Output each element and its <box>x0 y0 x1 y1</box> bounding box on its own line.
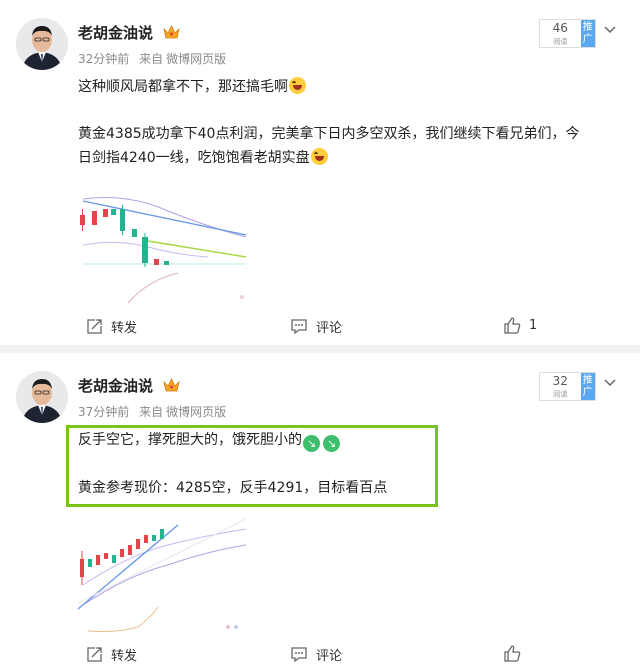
like-button[interactable]: 1 <box>503 317 537 334</box>
post-text-line-2: 黄金4385成功拿下40点利润，完美拿下日内多空双杀，我们继续下看兄弟们，今 <box>78 126 580 142</box>
post-text-line-2: 黄金参考现价：4285空，反手4291，目标看百点 <box>78 480 388 496</box>
source-prefix: 来自 <box>139 52 164 66</box>
crown-badge-icon <box>163 378 180 397</box>
source-prefix: 来自 <box>139 405 164 419</box>
post-actions: 转发 评论 <box>0 640 640 670</box>
promote-button[interactable]: 推广 <box>580 20 595 47</box>
like-count: 1 <box>529 318 538 333</box>
read-label: 阅读 <box>553 37 568 46</box>
read-count: 32 <box>552 374 568 388</box>
thumbs-up-icon <box>504 645 521 662</box>
post-actions: 转发 评论 1 <box>0 312 640 342</box>
like-button[interactable] <box>503 645 521 662</box>
post-image-chart[interactable] <box>78 185 247 305</box>
post-text-line-3: 日剑指4240一线，吃饱饱看老胡实盘 <box>78 145 328 171</box>
thumbs-up-icon <box>504 317 521 334</box>
trend-down-emoji-icon: ↘ <box>323 435 340 452</box>
read-label: 阅读 <box>553 390 568 399</box>
read-count-badge[interactable]: 32 阅读 推广 <box>539 372 596 401</box>
post-card-2: 老胡金油说 37分钟前 来自 微博网页版 32 阅读 推广 反手空它，撑死胆大的，饿… <box>0 353 640 670</box>
comment-icon <box>291 647 307 663</box>
comment-button[interactable]: 评论 <box>290 645 342 664</box>
post-text-line-1: 反手空它，撑死胆大的，饿死胆小的 ↘ ↘ <box>78 427 340 453</box>
repost-icon <box>87 319 102 334</box>
post-text-line-1: 这种顺风局都拿不下，那还搞毛啊 <box>78 74 306 100</box>
laugh-emoji-icon <box>289 77 306 94</box>
post-time[interactable]: 32分钟前 <box>78 52 129 66</box>
post-source: 微博网页版 <box>166 405 227 419</box>
trend-down-emoji-icon: ↘ <box>303 435 320 452</box>
avatar[interactable] <box>16 18 68 70</box>
author-name[interactable]: 老胡金油说 <box>78 22 180 44</box>
read-count: 46 <box>552 21 568 35</box>
post-time[interactable]: 37分钟前 <box>78 405 129 419</box>
repost-button[interactable]: 转发 <box>86 317 137 336</box>
repost-icon <box>87 647 102 662</box>
repost-button[interactable]: 转发 <box>86 645 137 664</box>
post-image-chart[interactable] <box>77 515 247 635</box>
chevron-down-icon[interactable] <box>604 375 616 391</box>
post-meta: 32分钟前 来自 微博网页版 <box>78 50 232 67</box>
comment-button[interactable]: 评论 <box>290 317 342 336</box>
post-source: 微博网页版 <box>166 52 227 66</box>
post-card-1: 老胡金油说 32分钟前 来自 微博网页版 46 阅读 推广 这种顺风局都拿不下，那还… <box>0 0 640 345</box>
post-meta: 37分钟前 来自 微博网页版 <box>78 403 232 420</box>
promote-button[interactable]: 推广 <box>580 373 595 400</box>
author-name[interactable]: 老胡金油说 <box>78 375 180 397</box>
chevron-down-icon[interactable] <box>604 22 616 38</box>
comment-icon <box>291 319 307 335</box>
read-count-badge[interactable]: 46 阅读 推广 <box>539 19 596 48</box>
crown-badge-icon <box>163 25 180 44</box>
laugh-emoji-icon <box>310 148 328 165</box>
avatar[interactable] <box>16 371 68 423</box>
